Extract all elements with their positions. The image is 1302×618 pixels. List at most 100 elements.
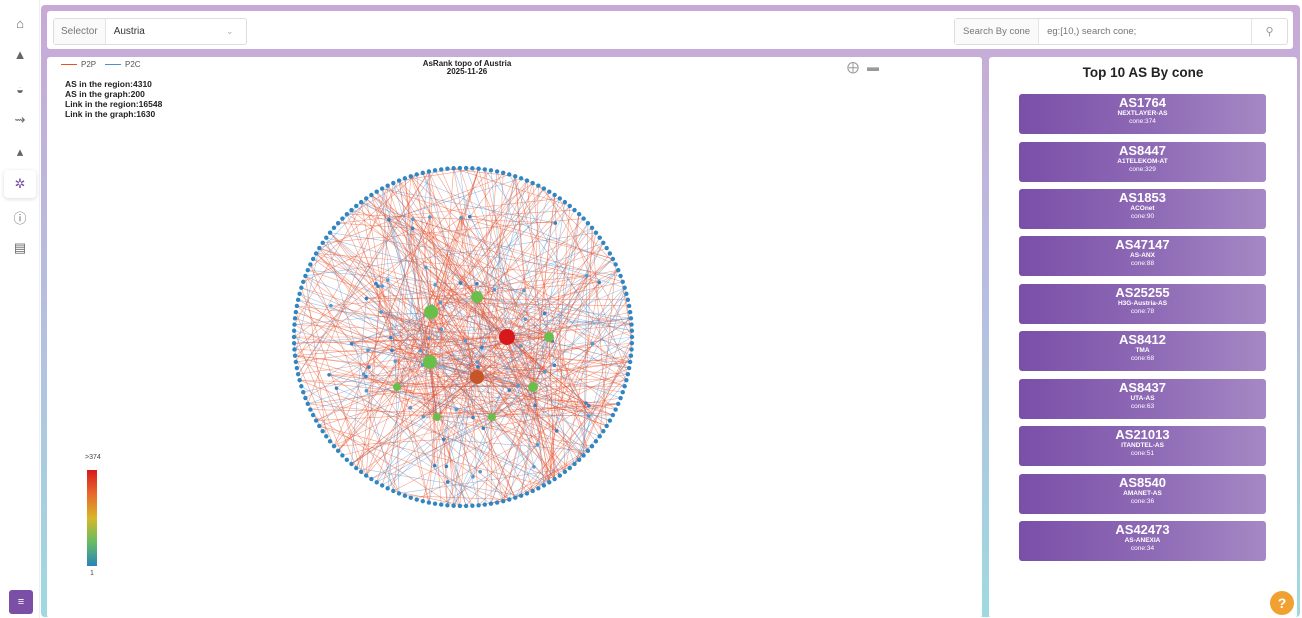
- zoom-in-icon[interactable]: ⨁: [847, 60, 859, 74]
- graph-node[interactable]: [291, 334, 297, 340]
- graph-node[interactable]: [335, 220, 341, 226]
- graph-node[interactable]: [379, 186, 385, 191]
- graph-node[interactable]: [427, 336, 431, 341]
- graph-node[interactable]: [385, 486, 390, 491]
- graph-node[interactable]: [374, 480, 379, 485]
- graph-node[interactable]: [451, 503, 456, 508]
- graph-node[interactable]: [358, 199, 364, 205]
- graph-node[interactable]: [408, 405, 413, 410]
- graph-node[interactable]: [476, 503, 481, 508]
- graph-node[interactable]: [423, 355, 437, 369]
- graph-node[interactable]: [587, 403, 591, 408]
- search-input[interactable]: [1039, 19, 1251, 44]
- graph-node[interactable]: [541, 186, 547, 191]
- graph-node[interactable]: [308, 407, 313, 412]
- graph-node[interactable]: [590, 342, 595, 346]
- legend-p2p[interactable]: P2P: [61, 60, 96, 69]
- graph-node[interactable]: [562, 469, 568, 475]
- graph-node[interactable]: [364, 296, 369, 301]
- graph-node[interactable]: [295, 297, 301, 303]
- graph-node[interactable]: [327, 230, 333, 235]
- graph-node[interactable]: [293, 309, 299, 315]
- graph-node[interactable]: [552, 363, 557, 368]
- graph-node[interactable]: [454, 407, 459, 412]
- graph-node[interactable]: [379, 310, 383, 314]
- graph-node[interactable]: [589, 225, 595, 231]
- graph-node[interactable]: [379, 483, 385, 488]
- graph-node[interactable]: [369, 192, 374, 198]
- graph-node[interactable]: [292, 347, 297, 352]
- graph-node[interactable]: [597, 280, 601, 285]
- graph-node[interactable]: [305, 267, 310, 273]
- graph-node[interactable]: [385, 183, 390, 188]
- graph-node[interactable]: [334, 386, 339, 390]
- graph-node[interactable]: [553, 221, 558, 225]
- graph-node[interactable]: [402, 176, 408, 181]
- region-selector[interactable]: Selector Austria ⌄: [53, 18, 247, 45]
- home-icon[interactable]: ⌂: [4, 9, 36, 37]
- graph-node[interactable]: [557, 473, 562, 478]
- selector-value[interactable]: Austria: [106, 26, 226, 37]
- graph-node[interactable]: [340, 453, 345, 458]
- graph-node[interactable]: [295, 371, 301, 377]
- graph-node[interactable]: [438, 300, 443, 305]
- graph-node[interactable]: [396, 491, 402, 496]
- graph-node[interactable]: [402, 493, 408, 498]
- legend-p2c[interactable]: P2C: [105, 60, 141, 69]
- graph-node[interactable]: [303, 273, 308, 279]
- graph-node[interactable]: [625, 297, 631, 303]
- graph-node[interactable]: [547, 480, 552, 485]
- graph-node[interactable]: [542, 370, 547, 374]
- graph-node[interactable]: [451, 166, 456, 171]
- graph-node[interactable]: [610, 412, 616, 418]
- graph-node[interactable]: [576, 212, 582, 217]
- graph-node[interactable]: [421, 414, 426, 419]
- graph-node[interactable]: [364, 388, 369, 393]
- graph-node[interactable]: [320, 429, 325, 434]
- graph-node[interactable]: [320, 240, 325, 245]
- graph-node[interactable]: [308, 262, 313, 267]
- dashboard-icon[interactable]: ◒: [4, 75, 36, 103]
- network-graph[interactable]: [47, 57, 982, 618]
- as-card[interactable]: AS8412 TMA cone:68: [1019, 331, 1266, 371]
- graph-node[interactable]: [585, 273, 589, 278]
- graph-node[interactable]: [552, 192, 557, 198]
- graph-node[interactable]: [301, 389, 306, 395]
- as-card[interactable]: AS42473 AS-ANEXIA cone:34: [1019, 521, 1266, 561]
- graph-node[interactable]: [622, 384, 627, 389]
- graph-node[interactable]: [604, 245, 609, 251]
- graph-node[interactable]: [420, 170, 425, 176]
- graph-node[interactable]: [557, 196, 562, 201]
- graph-node[interactable]: [524, 491, 530, 496]
- graph-node[interactable]: [291, 341, 297, 346]
- graph-node[interactable]: [586, 414, 591, 418]
- graph-node[interactable]: [513, 174, 518, 179]
- graph-node[interactable]: [607, 418, 613, 423]
- graph-node[interactable]: [293, 359, 299, 365]
- graph-node[interactable]: [620, 279, 625, 285]
- info-icon[interactable]: ⓘ: [4, 203, 36, 231]
- menu-toggle-button[interactable]: ≡: [9, 590, 33, 614]
- graph-node[interactable]: [310, 412, 316, 418]
- graph-node[interactable]: [585, 220, 591, 226]
- graph-node[interactable]: [604, 423, 609, 429]
- graph-node[interactable]: [305, 401, 310, 407]
- graph-node[interactable]: [463, 503, 469, 509]
- graph-node[interactable]: [530, 488, 535, 494]
- graph-node[interactable]: [291, 328, 297, 333]
- graph-node[interactable]: [445, 480, 450, 484]
- as-card[interactable]: AS8540 AMANET-AS cone:36: [1019, 474, 1266, 514]
- graph-node[interactable]: [349, 341, 354, 346]
- graph-node[interactable]: [294, 303, 300, 309]
- graph-node[interactable]: [475, 360, 479, 364]
- graph-node[interactable]: [414, 172, 419, 177]
- graph-node[interactable]: [364, 196, 369, 201]
- graph-node[interactable]: [618, 395, 623, 401]
- graph-node[interactable]: [340, 216, 345, 221]
- graph-node[interactable]: [626, 303, 632, 309]
- graph-node[interactable]: [629, 341, 635, 346]
- graph-node[interactable]: [292, 316, 298, 321]
- graph-node[interactable]: [391, 180, 396, 186]
- graph-node[interactable]: [567, 465, 572, 471]
- graph-node[interactable]: [513, 495, 518, 500]
